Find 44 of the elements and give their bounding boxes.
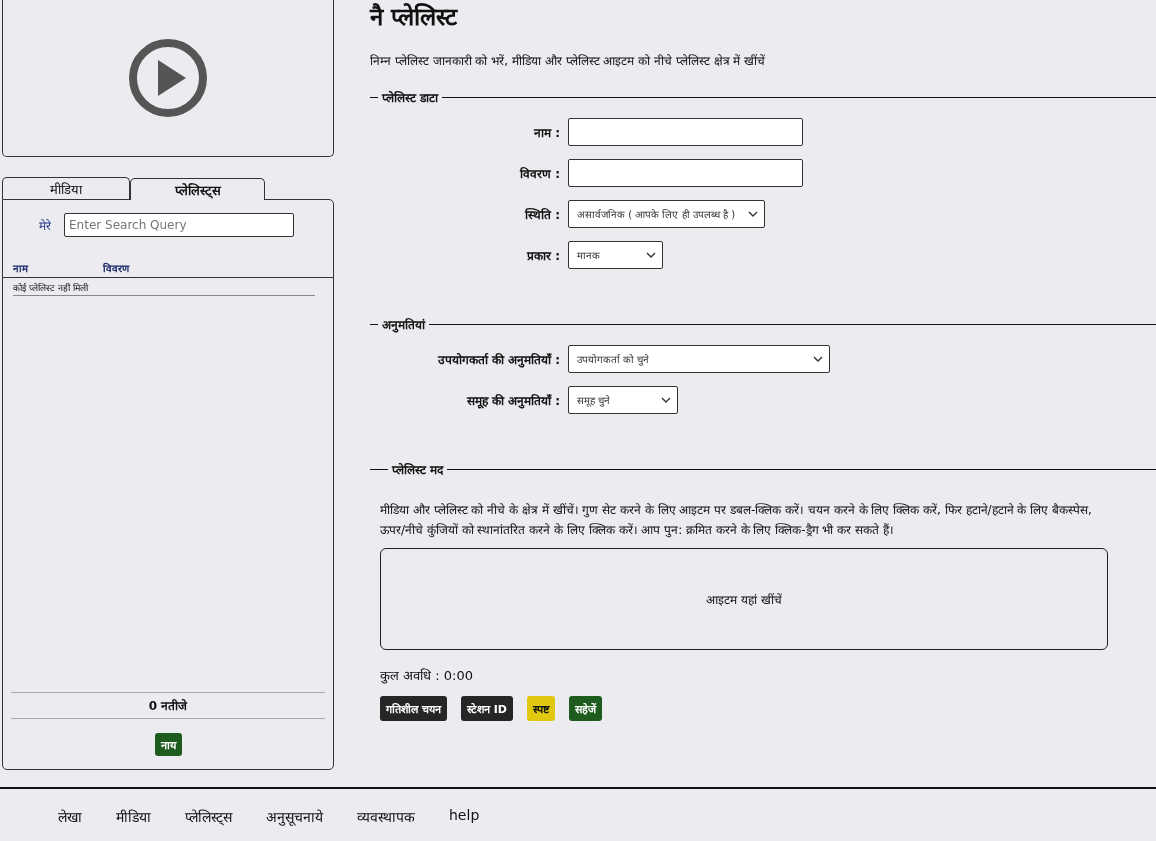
- nav-link[interactable]: लेखा: [58, 807, 82, 826]
- dropdown[interactable]: असार्वजनिक ( आपके लिए ही उपलब्ध है ): [568, 200, 765, 228]
- tab[interactable]: प्लेलिस्ट्स: [130, 178, 265, 200]
- dropdown[interactable]: समूह चुने: [568, 386, 678, 414]
- nav-link[interactable]: अनुसूचनाये: [266, 807, 323, 826]
- nav-link[interactable]: मीडिया: [116, 807, 151, 826]
- total-duration: कुल अवधि : 0:00: [380, 667, 474, 684]
- chevron-down-icon: [646, 252, 656, 258]
- action-button[interactable]: गतिशील चयन: [380, 696, 447, 721]
- section-legend: प्लेलिस्ट डाटा: [378, 89, 443, 106]
- tab[interactable]: मीडिया: [2, 177, 130, 199]
- result-count: 0 नतीजे: [11, 692, 325, 719]
- nav-link[interactable]: प्लेलिस्ट्स: [185, 807, 232, 826]
- nav-link[interactable]: help: [449, 807, 480, 826]
- input-field[interactable]: [568, 159, 803, 187]
- input-field[interactable]: [568, 118, 803, 146]
- chevron-down-icon: [748, 211, 758, 217]
- chevron-down-icon: [661, 397, 671, 403]
- intro-text: निम्न प्लेलिस्ट जानकारी को भरें, मीडिया और प्लेलिस्ट आइटम को नीचे प्लेलिस्ट क्षेत्र में खींचें: [370, 53, 767, 69]
- drop-zone[interactable]: आइटम यहां खींचें: [380, 548, 1108, 650]
- help-text: मीडिया और प्लेलिस्ट को नीचे के क्षेत्र में खींचें। गुण सेट करने के लिए आइटम पर डबल-क्लिक करें। चयन करने के लिए क्लिक करें, फिर हटाने/हटाने के लिए बैकस्पेस, ऊपर/नीचे कुंजियों को स्थानांतरित करने के लिए क्लिक करें। आप पुन: क्रमित करने के लिए क्लिक-ड्रैग भी कर सकते हैं।: [380, 502, 1093, 540]
- field-label: उपयोगकर्ता की अनुमतियाँ :: [436, 351, 561, 368]
- section-legend: प्लेलिस्ट मद: [388, 461, 448, 478]
- column-header: नाम: [13, 262, 30, 275]
- field-label: प्रकार :: [525, 247, 561, 264]
- chevron-down-icon: [813, 356, 823, 362]
- empty-message: कोई प्लेलिस्ट नहीं मिली: [13, 281, 315, 296]
- play-icon[interactable]: [128, 38, 208, 118]
- field-label: नाम :: [532, 124, 561, 141]
- search-field[interactable]: Enter Search Query: [64, 213, 294, 237]
- field-label: समूह की अनुमतियाँ :: [465, 392, 561, 409]
- column-header: विवरण: [103, 261, 131, 275]
- page-title: नै प्लेलिस्ट: [370, 2, 459, 33]
- dropdown[interactable]: उपयोगकर्ता को चुने: [568, 345, 830, 373]
- new-button[interactable]: नाय: [154, 733, 182, 756]
- field-label: स्थिति :: [523, 206, 561, 223]
- field-label: विवरण :: [518, 165, 561, 182]
- nav-link[interactable]: व्यवस्थापक: [357, 807, 415, 826]
- action-button[interactable]: स्टेशन ID: [460, 696, 513, 721]
- search-label: मेरे: [39, 217, 51, 234]
- dropdown[interactable]: मानक: [568, 241, 663, 269]
- section-legend: अनुमतियां: [378, 316, 429, 333]
- action-button[interactable]: स्पष्ट: [526, 696, 555, 721]
- action-button[interactable]: सहेजें: [568, 696, 602, 721]
